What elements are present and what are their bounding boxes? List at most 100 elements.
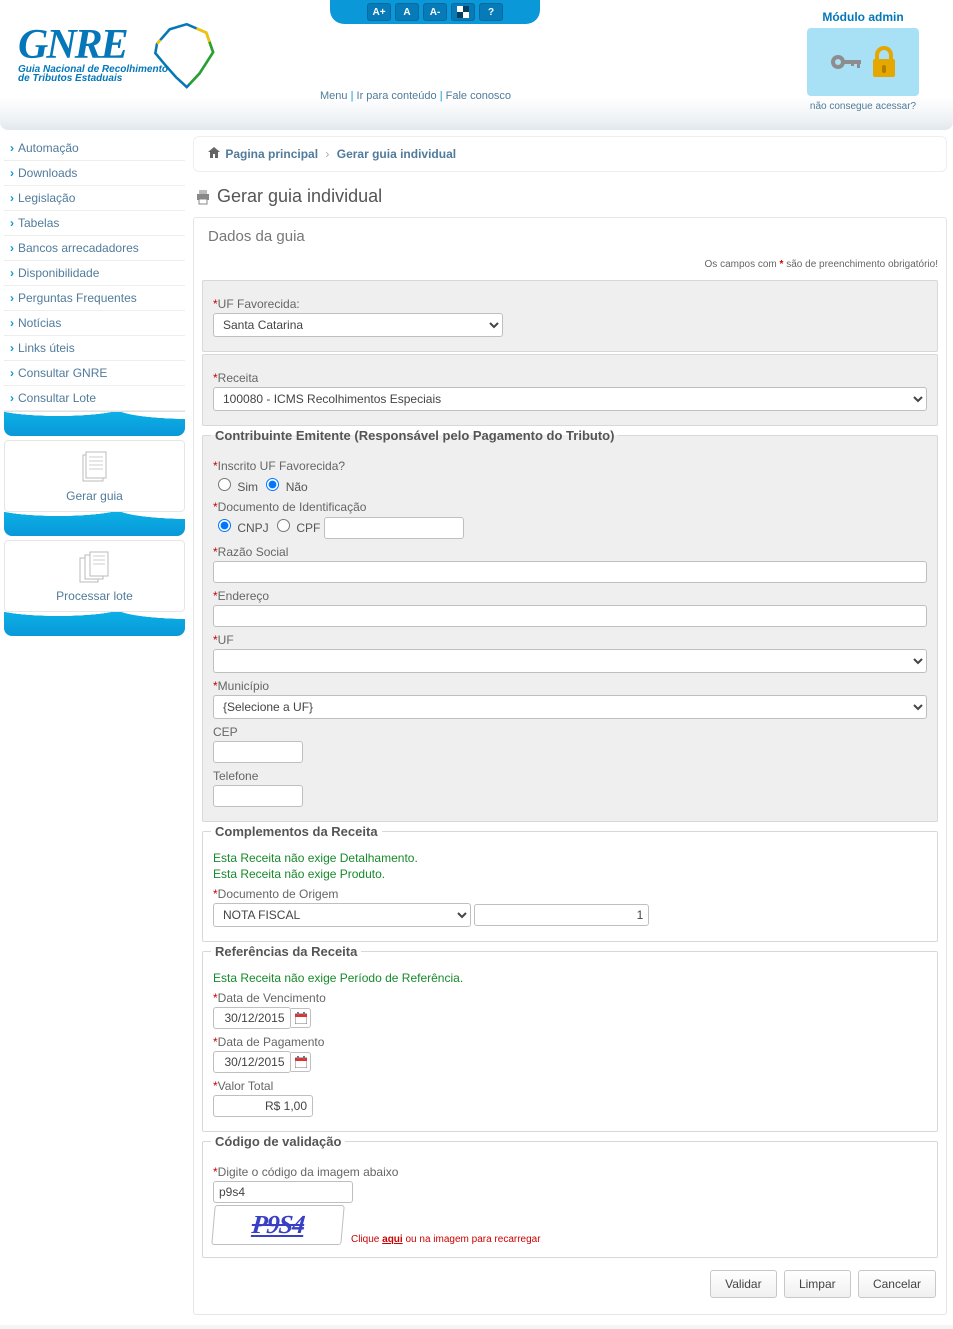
home-icon <box>208 147 223 161</box>
sidebar-item[interactable]: › Perguntas Frequentes <box>4 286 185 311</box>
receita-group: *Receita 100080 - ICMS Recolhimentos Esp… <box>202 354 938 426</box>
breadcrumb: Pagina principal › Gerar guia individual <box>193 136 947 172</box>
chevron-right-icon: › <box>10 141 14 155</box>
required-note: Os campos com * são de preenchimento obr… <box>194 255 946 276</box>
contrast-button[interactable] <box>451 3 475 21</box>
top-menu: Menu | Ir para conteúdo | Fale conosco <box>320 90 511 102</box>
sidebar-item-label: Perguntas Frequentes <box>18 291 137 305</box>
receita-select[interactable]: 100080 - ICMS Recolhimentos Especiais <box>213 387 927 411</box>
captcha-image[interactable]: P9S4 <box>211 1205 344 1245</box>
captcha-reload-link[interactable]: aqui <box>382 1234 403 1245</box>
gerar-guia-label: Gerar guia <box>5 489 184 503</box>
uf-label: *UF <box>213 633 927 647</box>
chevron-right-icon: › <box>10 166 14 180</box>
municipio-select[interactable]: {Selecione a UF} <box>213 695 927 719</box>
razao-input[interactable] <box>213 561 927 583</box>
cpf-option[interactable]: CPF <box>272 521 320 535</box>
cnpj-radio[interactable] <box>218 519 231 532</box>
pagamento-input[interactable] <box>213 1051 291 1073</box>
button-bar: Validar Limpar Cancelar <box>202 1260 938 1302</box>
captcha-input[interactable] <box>213 1181 353 1203</box>
vencimento-calendar-button[interactable] <box>291 1008 311 1028</box>
valor-label: *Valor Total <box>213 1079 927 1093</box>
sidebar-item[interactable]: › Downloads <box>4 161 185 186</box>
cpf-radio[interactable] <box>277 519 290 532</box>
doc-origem-num-input[interactable] <box>474 904 649 926</box>
sidebar-wave <box>4 512 185 536</box>
chevron-right-icon: › <box>10 241 14 255</box>
sidebar-wave <box>4 612 185 636</box>
sidebar-item[interactable]: ›Consultar Lote <box>4 386 185 411</box>
limpar-button[interactable]: Limpar <box>784 1270 851 1298</box>
font-increase-button[interactable]: A+ <box>367 3 391 21</box>
pagamento-calendar-button[interactable] <box>291 1052 311 1072</box>
telefone-label: Telefone <box>213 769 927 783</box>
sidebar-item-label: Consultar GNRE <box>18 366 107 380</box>
contribuinte-legend: Contribuinte Emitente (Responsável pelo … <box>211 428 618 443</box>
contact-link[interactable]: Fale conosco <box>446 90 511 102</box>
uf-select[interactable] <box>213 649 927 673</box>
documento-id-input[interactable] <box>324 517 464 539</box>
pagamento-label: *Data de Pagamento <box>213 1035 927 1049</box>
sidebar-item-label: Downloads <box>18 166 77 180</box>
page-title: Gerar guia individual <box>193 178 947 217</box>
inscrito-nao-option[interactable]: Não <box>261 480 307 494</box>
captcha-label: *Digite o código da imagem abaixo <box>213 1165 927 1179</box>
header: GNRE Guia Nacional de Recolhimento de Tr… <box>0 0 953 130</box>
telefone-input[interactable] <box>213 785 303 807</box>
cancelar-button[interactable]: Cancelar <box>858 1270 936 1298</box>
help-button[interactable]: ? <box>479 3 503 21</box>
admin-login-button[interactable] <box>807 28 919 96</box>
calendar-icon <box>295 1056 307 1068</box>
sidebar-item[interactable]: ›Consultar GNRE <box>4 361 185 386</box>
validar-button[interactable]: Validar <box>710 1270 776 1298</box>
captcha-group: Código de validação *Digite o código da … <box>202 1134 938 1258</box>
endereco-label: *Endereço <box>213 589 927 603</box>
doc-origem-select[interactable]: NOTA FISCAL <box>213 903 471 927</box>
sidebar-item[interactable]: › Bancos arrecadadores <box>4 236 185 261</box>
sidebar-wave <box>4 412 185 436</box>
uf-favorecida-select[interactable]: Santa Catarina <box>213 313 503 337</box>
sidebar-item[interactable]: ›Disponibilidade <box>4 261 185 286</box>
font-normal-button[interactable]: A <box>395 3 419 21</box>
calendar-icon <box>295 1012 307 1024</box>
endereco-input[interactable] <box>213 605 927 627</box>
cant-access-link[interactable]: não consegue acessar? <box>810 101 916 112</box>
inscrito-nao-radio[interactable] <box>266 478 279 491</box>
documento-id-label: *Documento de Identificação <box>213 500 927 514</box>
vencimento-input[interactable] <box>213 1007 291 1029</box>
receita-label: *Receita <box>213 371 927 385</box>
inscrito-sim-radio[interactable] <box>218 478 231 491</box>
skip-link[interactable]: Ir para conteúdo <box>357 90 437 102</box>
sidebar-item-label: Bancos arrecadadores <box>18 241 139 255</box>
sidebar-item[interactable]: › Links úteis <box>4 336 185 361</box>
content: Pagina principal › Gerar guia individual… <box>185 136 953 1325</box>
cnpj-option[interactable]: CNPJ <box>213 521 269 535</box>
valor-input[interactable] <box>213 1095 313 1117</box>
gerar-guia-button[interactable]: Gerar guia <box>4 440 185 512</box>
chevron-right-icon: › <box>10 291 14 305</box>
inscrito-label: *Inscrito UF Favorecida? <box>213 459 927 473</box>
inscrito-sim-option[interactable]: Sim <box>213 480 258 494</box>
complementos-group: Complementos da Receita Esta Receita não… <box>202 824 938 942</box>
cep-input[interactable] <box>213 741 303 763</box>
captcha-legend: Código de validação <box>211 1134 345 1149</box>
municipio-label: *Município <box>213 679 927 693</box>
sidebar-item[interactable]: ›Legislação <box>4 186 185 211</box>
chevron-right-icon: › <box>10 316 14 330</box>
lock-icon <box>871 45 897 79</box>
complementos-legend: Complementos da Receita <box>211 824 382 839</box>
sidebar-item-label: Links úteis <box>18 341 75 355</box>
sidebar-item[interactable]: ›Notícias <box>4 311 185 336</box>
sidebar-item[interactable]: ›Automação <box>4 136 185 161</box>
doc-origem-label: *Documento de Origem <box>213 887 927 901</box>
chevron-right-icon: › <box>10 266 14 280</box>
processar-lote-button[interactable]: Processar lote <box>4 540 185 612</box>
sidebar-item[interactable]: ›Tabelas <box>4 211 185 236</box>
chevron-right-icon: › <box>10 341 14 355</box>
uf-favorecida-group: *UF Favorecida: Santa Catarina <box>202 280 938 352</box>
font-decrease-button[interactable]: A- <box>423 3 447 21</box>
breadcrumb-home[interactable]: Pagina principal <box>225 147 318 161</box>
menu-link[interactable]: Menu <box>320 90 348 102</box>
chevron-right-icon: › <box>10 391 14 405</box>
